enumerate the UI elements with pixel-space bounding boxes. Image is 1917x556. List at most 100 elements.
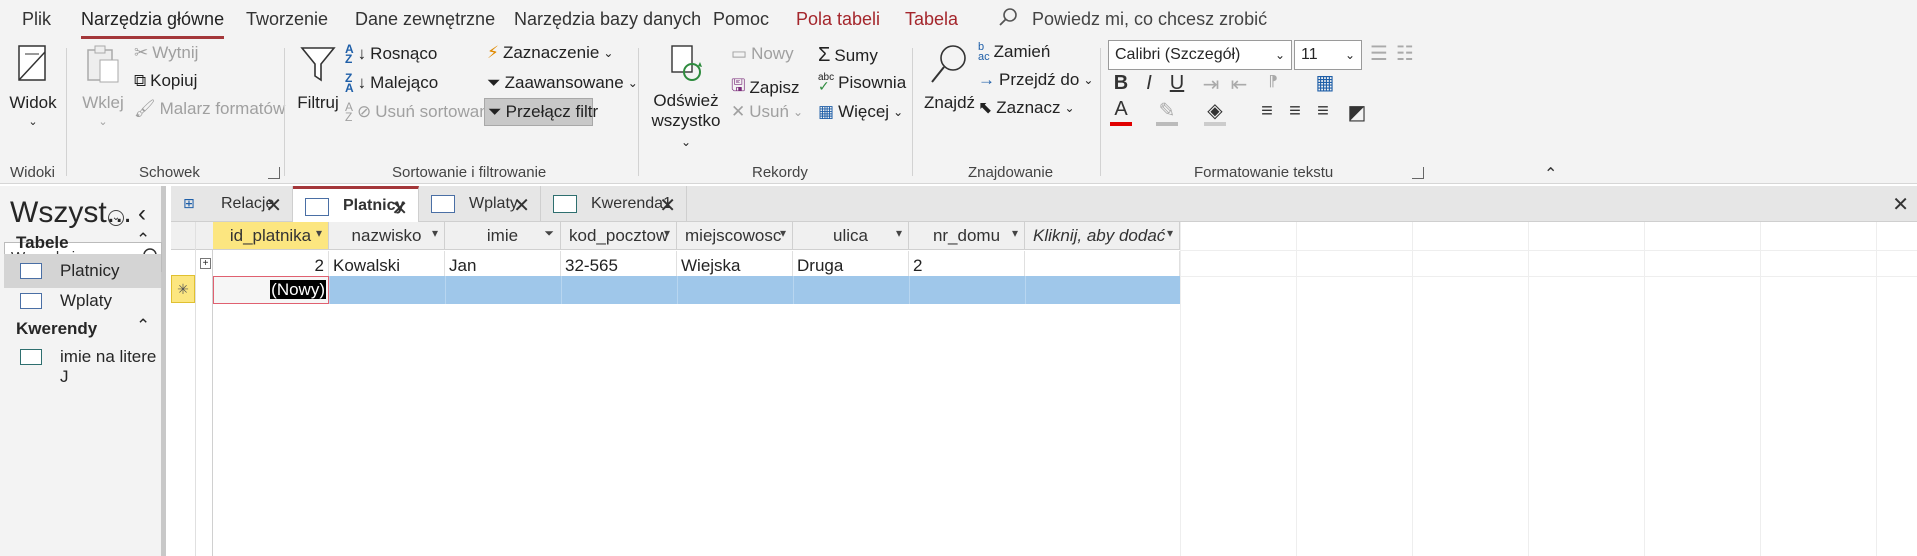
close-icon[interactable]: ✕ (265, 193, 282, 218)
tab-tabela[interactable]: Tabela (905, 9, 958, 30)
filter-button[interactable]: Filtruj (296, 42, 340, 113)
divider (561, 276, 562, 304)
column-header-kod-pocztowy[interactable]: kod_pocztow ▾ (561, 222, 677, 250)
doc-tab-platnicy[interactable]: Platnicy ✕ (293, 186, 419, 222)
doc-tab-wplaty[interactable]: Wplaty ✕ (419, 186, 541, 222)
selection-filter-button[interactable]: ⚡ Zaznaczenie ⌄ (487, 43, 613, 63)
tab-tworzenie[interactable]: Tworzenie (246, 9, 328, 30)
paragraph-direction-icon[interactable]: ⁋ (1260, 72, 1286, 90)
sort-descending-button[interactable]: Z A ↓ Malejąco (345, 72, 438, 94)
nav-item-imie-na-litere-j[interactable]: imie na litere J (4, 340, 161, 386)
totals-button[interactable]: Σ Sumy (818, 44, 878, 67)
close-icon[interactable]: ✕ (659, 193, 676, 218)
replace-button[interactable]: b ac Zamień (978, 41, 1050, 63)
filter-applied-icon: ⏷ (544, 226, 554, 240)
new-record-asterisk-icon[interactable]: ✳ (171, 275, 195, 303)
new-record-id-cell[interactable]: (Nowy) (213, 276, 329, 304)
column-header-add-field[interactable]: Kliknij, aby dodać ▾ (1025, 222, 1180, 250)
select-button[interactable]: ⬉ Zaznacz ⌄ (978, 98, 1075, 118)
refresh-all-button[interactable]: Odśwież wszystko ⌄ (648, 42, 724, 151)
increase-indent-icon[interactable]: ⇥ (1198, 72, 1224, 97)
highlight-icon[interactable]: ✎ (1156, 98, 1178, 126)
sort-ascending-button[interactable]: A Z ↓ Rosnąco (345, 43, 437, 65)
column-header-ulica[interactable]: ulica ▾ (793, 222, 909, 250)
separator (1100, 48, 1101, 176)
nav-section-tabele[interactable]: Tabele (16, 233, 69, 253)
view-button[interactable]: Widok ⌄ (8, 42, 58, 128)
close-icon[interactable]: ✕ (513, 193, 530, 218)
delete-x-icon: ✕ (731, 102, 746, 121)
nav-item-wplaty[interactable]: Wplaty (4, 284, 161, 318)
doc-tab-relacje[interactable]: ⊞ Relacje ✕ (171, 186, 293, 222)
goto-button[interactable]: → Przejdź do ⌄ (978, 70, 1093, 90)
gridline (1412, 222, 1413, 556)
close-document-icon[interactable]: ✕ (1892, 192, 1909, 217)
tab-narzedzia-bazy-danych[interactable]: Narzędzia bazy danych (514, 9, 701, 30)
italic-button[interactable]: I (1136, 72, 1162, 95)
gridlines-icon[interactable]: ▦ (1312, 70, 1338, 95)
column-header-id-platnika[interactable]: id_platnika ▾ (213, 222, 329, 250)
gridline (1296, 222, 1297, 556)
underline-button[interactable]: U (1164, 72, 1190, 95)
bullet-list-icon[interactable]: ☰ (1366, 41, 1392, 66)
remove-sort-button[interactable]: A Z ⊘ Usuń sortowanie (345, 101, 502, 123)
fill-color-icon[interactable]: ◈ (1204, 98, 1226, 126)
dialog-launcher-icon[interactable] (1412, 167, 1424, 179)
align-left-icon[interactable]: ≡ (1254, 100, 1280, 123)
column-header-imie[interactable]: imie ⏷ (445, 222, 561, 250)
collapse-chevron-icon[interactable]: ⌃ (136, 316, 150, 336)
close-icon[interactable]: ✕ (391, 196, 408, 221)
cut-button[interactable]: ✂ Wytnij (134, 43, 198, 63)
tell-me-input[interactable]: Powiedz mi, co chcesz zrobić (1032, 9, 1267, 30)
spelling-button[interactable]: abc ✓ Pisownia (818, 73, 906, 94)
font-size-select[interactable]: 11 ⌄ (1294, 40, 1362, 70)
paste-button[interactable]: Wklej ⌄ (80, 42, 126, 128)
decrease-indent-icon[interactable]: ⇤ (1226, 72, 1252, 97)
column-header-miejscowosc[interactable]: miejscowosc ▾ (677, 222, 793, 250)
group-label-sortowanie: Sortowanie i filtrowanie (392, 164, 547, 181)
numbered-list-icon[interactable]: ☷ (1392, 41, 1418, 66)
align-right-icon[interactable]: ≡ (1310, 100, 1336, 123)
doc-tab-kwerenda1[interactable]: Kwerenda1 ✕ (541, 186, 687, 222)
relationships-icon: ⊞ (183, 195, 195, 211)
align-center-icon[interactable]: ≡ (1282, 100, 1308, 123)
alternate-row-color-icon[interactable]: ◩ (1344, 100, 1370, 125)
tab-dane-zewnetrzne[interactable]: Dane zewnętrzne (355, 9, 495, 30)
replace-icon: b ac (978, 41, 990, 63)
dialog-launcher-icon[interactable] (268, 167, 280, 179)
new-record-label: (Nowy) (270, 280, 326, 299)
nav-section-kwerendy[interactable]: Kwerendy (16, 319, 97, 339)
shutter-bar-close-icon[interactable]: ‹ (138, 200, 146, 228)
new-record-button[interactable]: ▭ Nowy (731, 44, 794, 64)
ribbon: Widok ⌄ Widoki Wklej ⌄ ✂ Wytnij ⧉ Kopiuj 🖌… (0, 40, 1917, 184)
group-label-formatowanie: Formatowanie tekstu (1194, 164, 1334, 181)
save-icon: 🖫 (731, 76, 746, 95)
column-header-nr-domu[interactable]: nr_domu ▾ (909, 222, 1025, 250)
tab-pomoc[interactable]: Pomoc (713, 9, 769, 30)
nav-item-platnicy[interactable]: Platnicy (4, 254, 161, 288)
font-color-icon[interactable]: A (1110, 98, 1132, 126)
bold-button[interactable]: B (1108, 72, 1134, 95)
save-record-button[interactable]: 🖫 Zapisz (731, 73, 800, 102)
nav-menu-dropdown-icon[interactable]: ⌄ (108, 210, 124, 226)
more-button[interactable]: ▦ Więcej ⌄ (818, 102, 903, 122)
copy-button[interactable]: ⧉ Kopiuj (134, 71, 197, 91)
tab-plik[interactable]: Plik (22, 9, 51, 30)
tab-pola-tabeli[interactable]: Pola tabeli (796, 9, 880, 30)
delete-record-button[interactable]: ✕ Usuń ⌄ (731, 102, 803, 122)
select-all-corner[interactable] (171, 222, 213, 250)
sigma-icon: Σ (818, 44, 831, 66)
font-family-select[interactable]: Calibri (Szczegół) ⌄ (1108, 40, 1292, 70)
datasheet-grid: ✳ + id_platnika ▾ nazwisko ▾ imie ⏷ kod_poc… (171, 222, 1917, 556)
gridline (1876, 222, 1877, 556)
expand-subdatasheet-icon[interactable]: + (200, 258, 211, 269)
column-header-nazwisko[interactable]: nazwisko ▾ (329, 222, 445, 250)
new-record-row[interactable] (213, 276, 1180, 304)
tab-narzedzia-glowne[interactable]: Narzędzia główne (81, 9, 225, 39)
advanced-filter-button[interactable]: ⏷ Zaawansowane ⌄ (487, 73, 638, 93)
find-button[interactable]: Znajdź (924, 42, 975, 113)
format-painter-button[interactable]: 🖌 Malarz formatów (134, 99, 285, 119)
collapse-chevron-icon[interactable]: ⌃ (136, 230, 150, 250)
toggle-filter-button[interactable]: ⏷ Przełącz filtr (484, 98, 598, 126)
collapse-ribbon-icon[interactable]: ⌃ (1544, 164, 1557, 184)
